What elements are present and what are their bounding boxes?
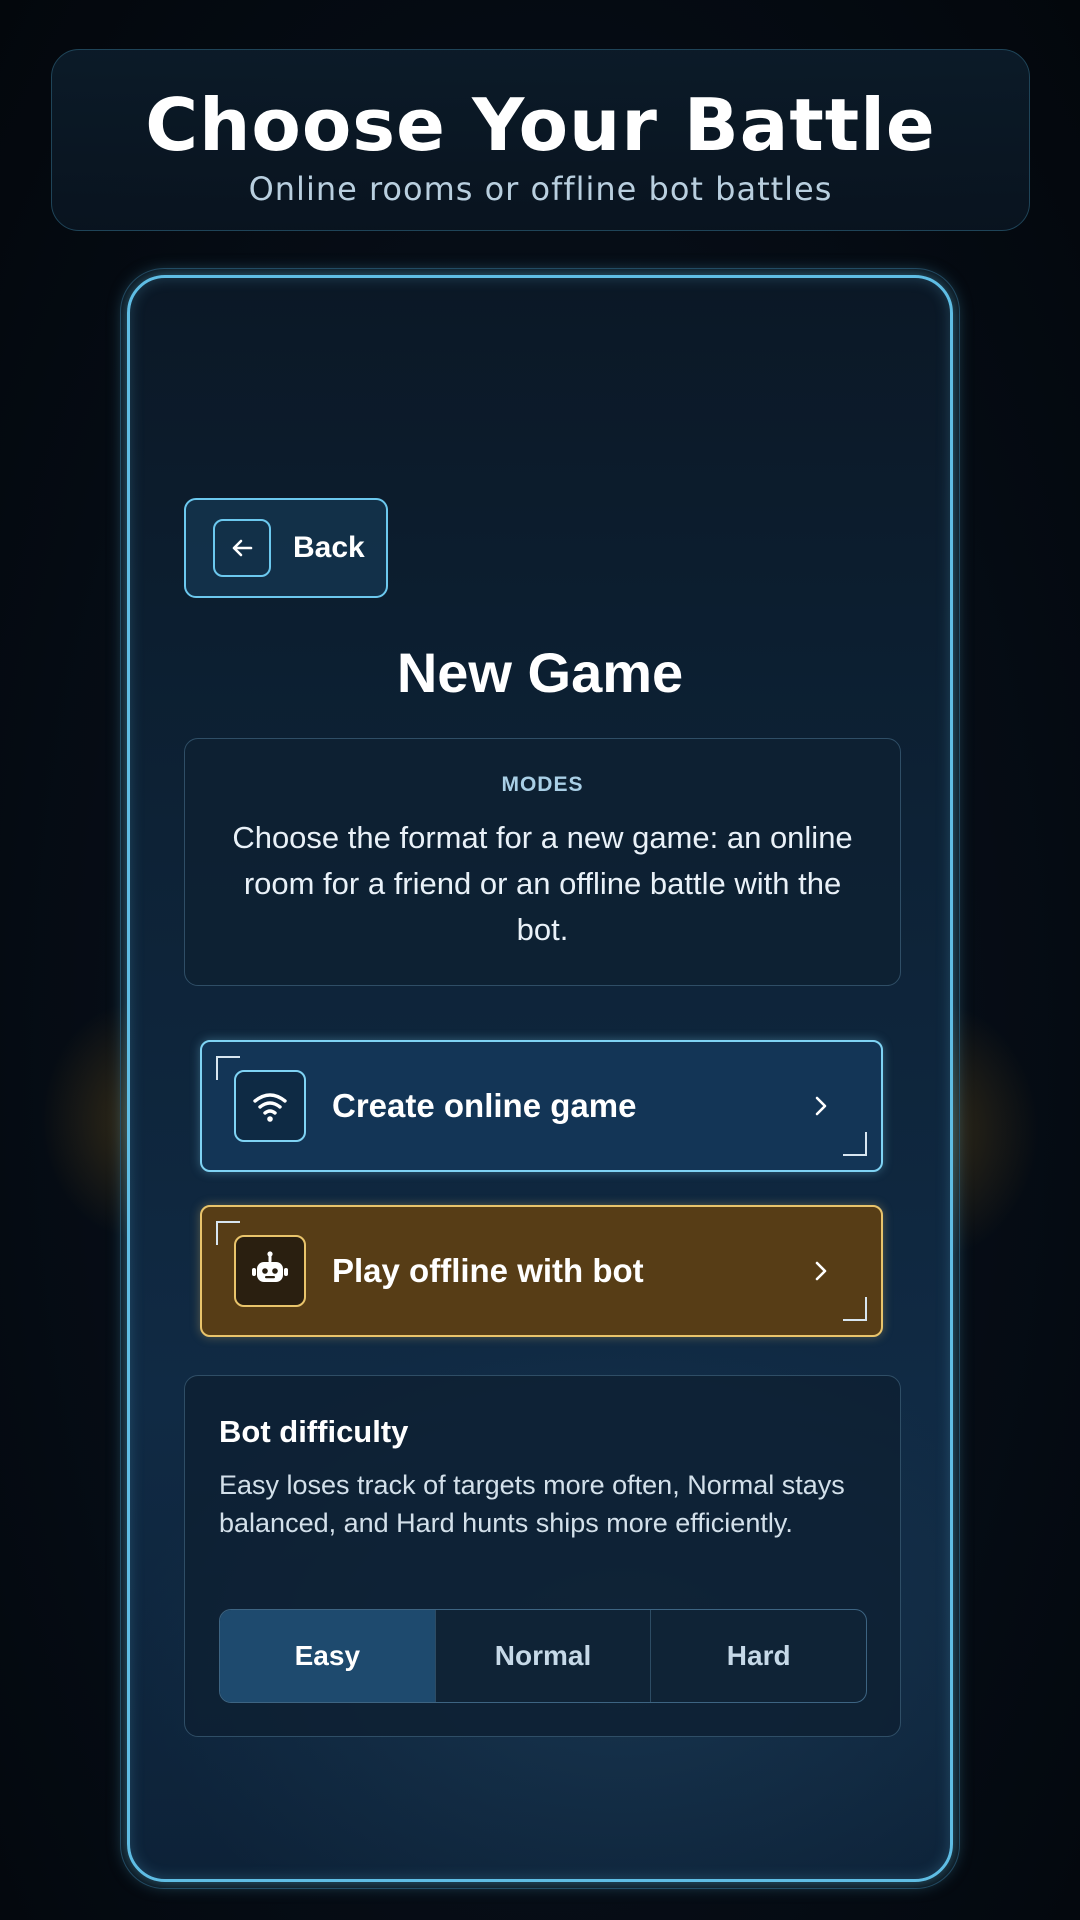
play-offline-with-bot-button[interactable]: Play offline with bot [200, 1205, 883, 1337]
difficulty-segmented-control: Easy Normal Hard [219, 1609, 867, 1703]
modes-description: Choose the format for a new game: an onl… [232, 820, 853, 947]
phone-screen: Back New Game MODES Choose the format fo… [127, 275, 953, 1882]
modes-card: MODES Choose the format for a new game: … [184, 738, 901, 986]
robot-icon [234, 1235, 306, 1307]
corner-bracket-top-left [216, 1056, 240, 1080]
bot-difficulty-card: Bot difficulty Easy loses track of targe… [184, 1375, 901, 1737]
difficulty-option-normal[interactable]: Normal [436, 1610, 652, 1702]
chevron-right-icon [815, 1096, 827, 1116]
create-online-game-button[interactable]: Create online game [200, 1040, 883, 1172]
arrow-left-icon [213, 519, 271, 577]
header-card: Choose Your Battle Online rooms or offli… [51, 49, 1030, 231]
page-title: New Game [396, 641, 684, 704]
back-label: Back [293, 531, 365, 564]
corner-bracket-bottom-right [843, 1297, 867, 1321]
difficulty-option-easy[interactable]: Easy [220, 1610, 436, 1702]
bot-difficulty-description: Easy loses track of targets more often, … [219, 1470, 845, 1538]
difficulty-option-hard[interactable]: Hard [651, 1610, 866, 1702]
back-button[interactable]: Back [184, 498, 388, 598]
modes-label: MODES [501, 773, 584, 796]
bot-difficulty-title: Bot difficulty [219, 1414, 409, 1449]
corner-bracket-top-left [216, 1221, 240, 1245]
wifi-icon [234, 1070, 306, 1142]
chevron-right-icon [815, 1261, 827, 1281]
play-offline-with-bot-label: Play offline with bot [332, 1252, 644, 1289]
header-title: Choose Your Battle [145, 83, 936, 167]
create-online-game-label: Create online game [332, 1087, 637, 1124]
corner-bracket-bottom-right [843, 1132, 867, 1156]
header-subtitle: Online rooms or offline bot battles [248, 170, 833, 208]
